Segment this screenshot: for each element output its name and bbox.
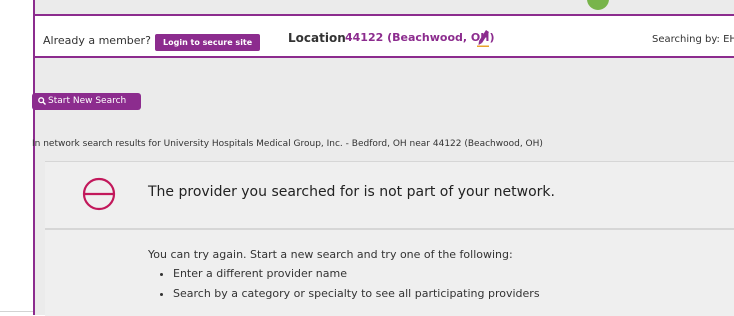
location-label: Location — [288, 31, 346, 45]
corner-divider — [0, 311, 33, 312]
results-summary: In network search results for University… — [32, 139, 543, 149]
start-new-search-button[interactable]: Start New Search — [32, 93, 141, 110]
search-icon — [38, 97, 46, 105]
suggestions-intro: You can try again. Start a new search an… — [148, 248, 513, 261]
login-button[interactable]: Login to secure site — [155, 34, 261, 51]
pencil-icon[interactable] — [477, 29, 491, 47]
site-header: Already a member? Login to secure site L… — [33, 14, 734, 58]
member-prompt: Already a member? — [43, 34, 151, 47]
location-value[interactable]: 44122 (Beachwood, OH) — [345, 31, 495, 44]
no-entry-icon — [82, 177, 116, 211]
list-item: Search by a category or specialty to see… — [173, 284, 540, 304]
suggestions-list: Enter a different provider name Search b… — [155, 264, 540, 304]
list-item: Enter a different provider name — [173, 264, 540, 284]
alert-message: The provider you searched for is not par… — [148, 184, 555, 200]
left-margin — [0, 0, 33, 315]
start-new-search-label: Start New Search — [48, 96, 127, 106]
searching-by-label: Searching by: EHP — [652, 34, 734, 45]
